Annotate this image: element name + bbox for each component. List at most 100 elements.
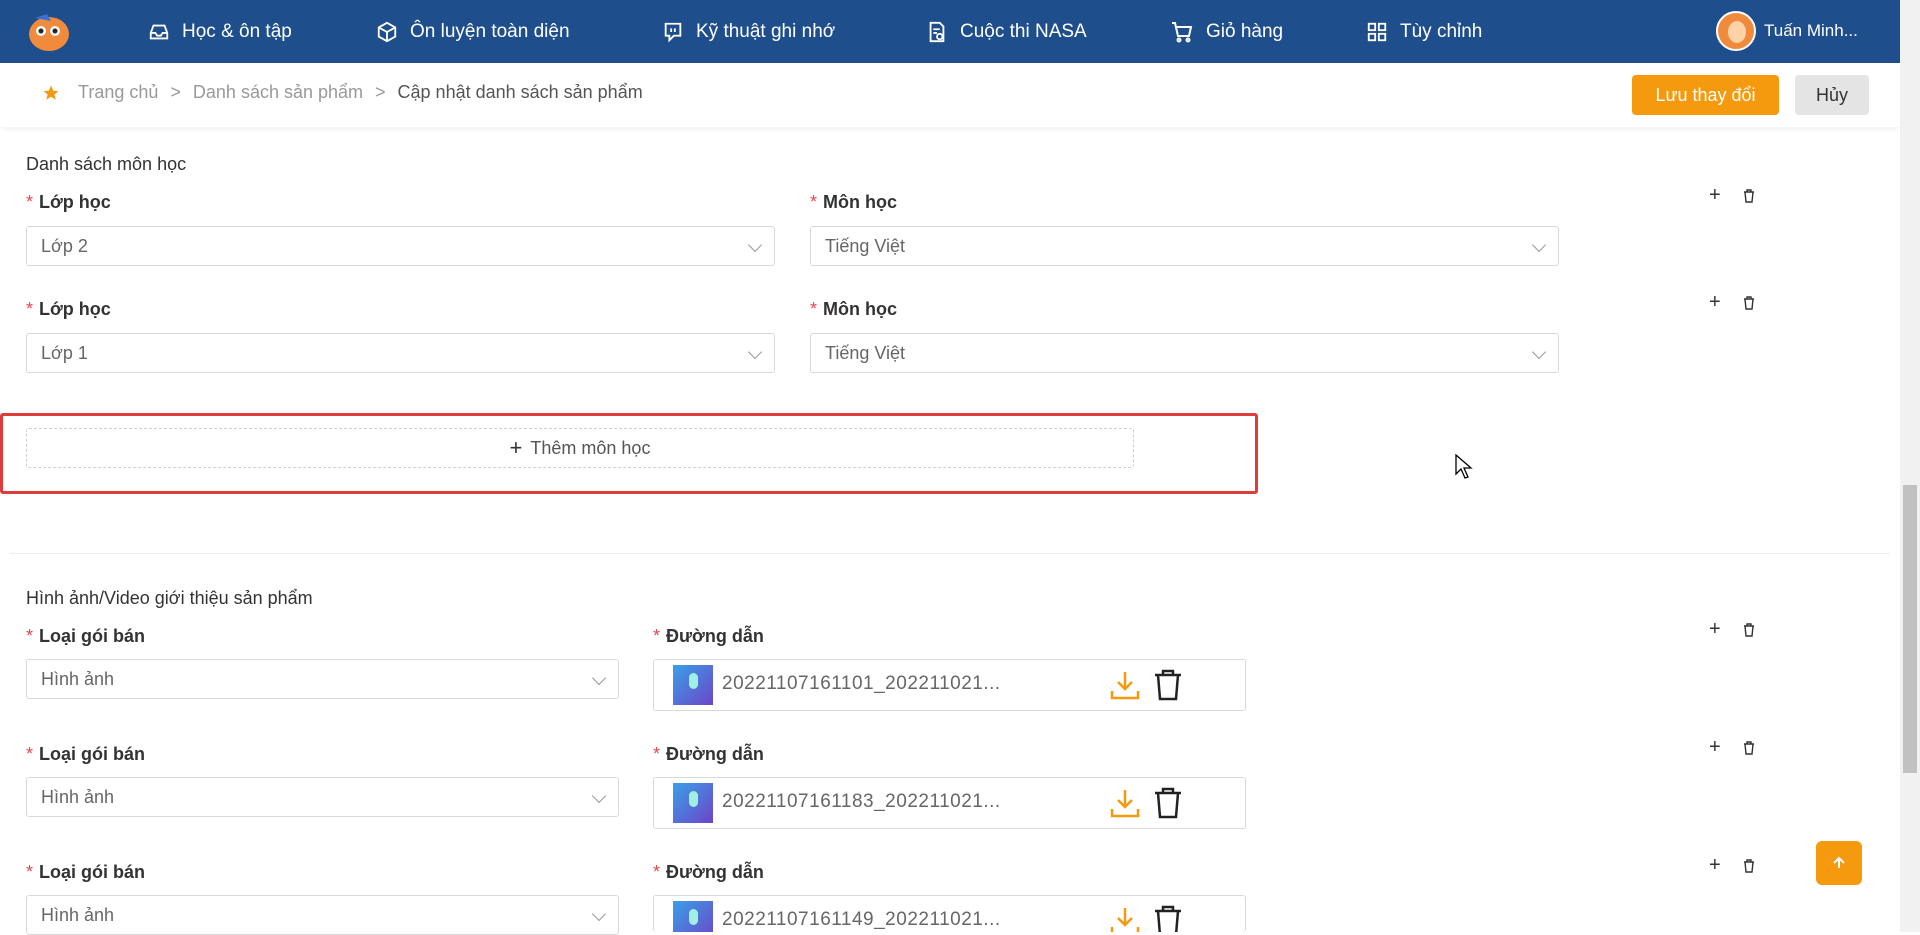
chevron-down-icon [747,237,763,253]
chevron-down-icon [591,670,607,686]
download-icon[interactable] [1109,669,1141,701]
grade-label: * Lớp học [26,299,111,319]
file-name: 20221107161183_202211021... [722,791,1001,812]
path-label: * Đường dẫn [653,862,764,882]
breadcrumb-separator: > [170,82,181,102]
required-mark: * [26,744,34,764]
nav-item-nasa[interactable]: Cuộc thi NASA [926,0,1087,63]
file-name: 20221107161101_202211021... [722,673,1001,694]
type-label: * Loại gói bán [26,862,146,882]
chevron-down-icon [1531,237,1547,253]
required-mark: * [26,299,34,319]
add-row-icon[interactable]: + [1709,291,1721,314]
nav-label: Cuộc thi NASA [960,20,1087,42]
type-label: * Loại gói bán [26,744,146,764]
save-button[interactable]: Lưu thay đổi [1632,75,1779,115]
nav-item-practice[interactable]: Ôn luyện toàn diện [376,0,570,63]
breadcrumb-current: Cập nhật danh sách sản phẩm [397,82,643,102]
media-section-title: Hình ảnh/Video giới thiệu sản phẩm [26,588,313,608]
breadcrumb-separator: > [375,82,386,102]
add-subject-label: Thêm môn học [530,437,651,458]
grid-icon [1367,22,1387,41]
chat-icon [664,22,682,42]
nav-label: Kỹ thuật ghi nhớ [696,20,836,42]
file-thumbnail [673,901,713,932]
arrow-up-icon [1833,856,1845,868]
nav-item-cart[interactable]: Giỏ hàng [1170,0,1283,63]
trash-icon[interactable] [1152,904,1184,932]
required-mark: * [26,626,34,646]
path-label: * Đường dẫn [653,626,764,646]
nav-item-customize[interactable]: Tùy chỉnh [1366,0,1482,63]
file-thumbnail [673,665,713,705]
mouse-cursor-icon [1455,454,1473,479]
file-name: 20221107161149_202211021... [722,909,1001,930]
scrollbar-thumb[interactable] [1903,485,1917,773]
file-item: 20221107161183_202211021... [653,777,1246,829]
star-icon [43,85,59,100]
nav-label: Giỏ hàng [1206,20,1284,42]
nav-label: Học & ôn tập [182,20,292,42]
chevron-down-icon [591,788,607,804]
nav-label: Tùy chỉnh [1400,20,1483,42]
top-navbar: Học & ôn tập Ôn luyện toàn diện Kỹ thuật… [0,0,1900,63]
download-icon[interactable] [1109,787,1141,819]
nav-item-study[interactable]: Học & ôn tập [148,0,292,63]
avatar [1716,11,1756,51]
delete-row-icon[interactable] [1743,741,1755,755]
subject-label: * Môn học [810,192,898,212]
add-row-icon[interactable]: + [1709,854,1721,877]
subject-label: * Môn học [810,299,898,319]
type-select[interactable]: Hình ảnh [26,895,619,935]
scrollbar[interactable] [1900,0,1920,932]
download-icon[interactable] [1109,905,1141,932]
add-row-icon[interactable]: + [1709,736,1721,759]
chevron-down-icon [591,906,607,922]
cancel-button[interactable]: Hủy [1795,75,1869,115]
type-select[interactable]: Hình ảnh [26,659,619,699]
chevron-down-icon [1531,344,1547,360]
breadcrumb-product-list[interactable]: Danh sách sản phẩm [193,82,363,103]
file-item: 20221107161149_202211021... [653,895,1246,932]
type-label: * Loại gói bán [26,626,146,646]
scroll-to-top-button[interactable] [1816,841,1862,885]
inbox-icon [149,24,169,39]
breadcrumb: Trang chủ > Danh sách sản phẩm > Cập nhậ… [42,82,643,103]
grade-label: * Lớp học [26,192,111,212]
required-mark: * [810,299,818,319]
required-mark: * [653,626,661,646]
cart-icon [1172,21,1193,42]
required-mark: * [810,192,818,212]
trash-icon[interactable] [1152,786,1184,820]
file-item: 20221107161101_202211021... [653,659,1246,711]
cube-icon [377,21,397,42]
document-icon [929,21,945,42]
delete-row-icon[interactable] [1743,859,1755,873]
user-menu[interactable]: Tuấn Minh... [1716,11,1858,51]
add-subject-button[interactable]: + Thêm môn học [26,428,1134,468]
plus-icon: + [509,435,523,460]
add-row-icon[interactable]: + [1709,184,1721,207]
app-logo[interactable] [27,12,71,52]
nav-label: Ôn luyện toàn diện [410,20,570,42]
required-mark: * [653,744,661,764]
subject-select[interactable]: Tiếng Việt [810,333,1559,373]
required-mark: * [26,862,34,882]
nav-item-memory[interactable]: Kỹ thuật ghi nhớ [662,0,835,63]
add-row-icon[interactable]: + [1709,618,1721,641]
grade-select[interactable]: Lớp 2 [26,226,775,266]
type-select[interactable]: Hình ảnh [26,777,619,817]
delete-row-icon[interactable] [1743,623,1755,637]
grade-select[interactable]: Lớp 1 [26,333,775,373]
required-mark: * [653,862,661,882]
trash-icon[interactable] [1152,668,1184,702]
breadcrumb-home[interactable]: Trang chủ [78,82,158,103]
user-name: Tuấn Minh... [1764,21,1858,40]
delete-row-icon[interactable] [1743,296,1755,310]
file-thumbnail [673,783,713,823]
chevron-down-icon [747,344,763,360]
subject-select[interactable]: Tiếng Việt [810,226,1559,266]
path-label: * Đường dẫn [653,744,764,764]
delete-row-icon[interactable] [1743,189,1755,203]
section-divider [10,553,1890,554]
